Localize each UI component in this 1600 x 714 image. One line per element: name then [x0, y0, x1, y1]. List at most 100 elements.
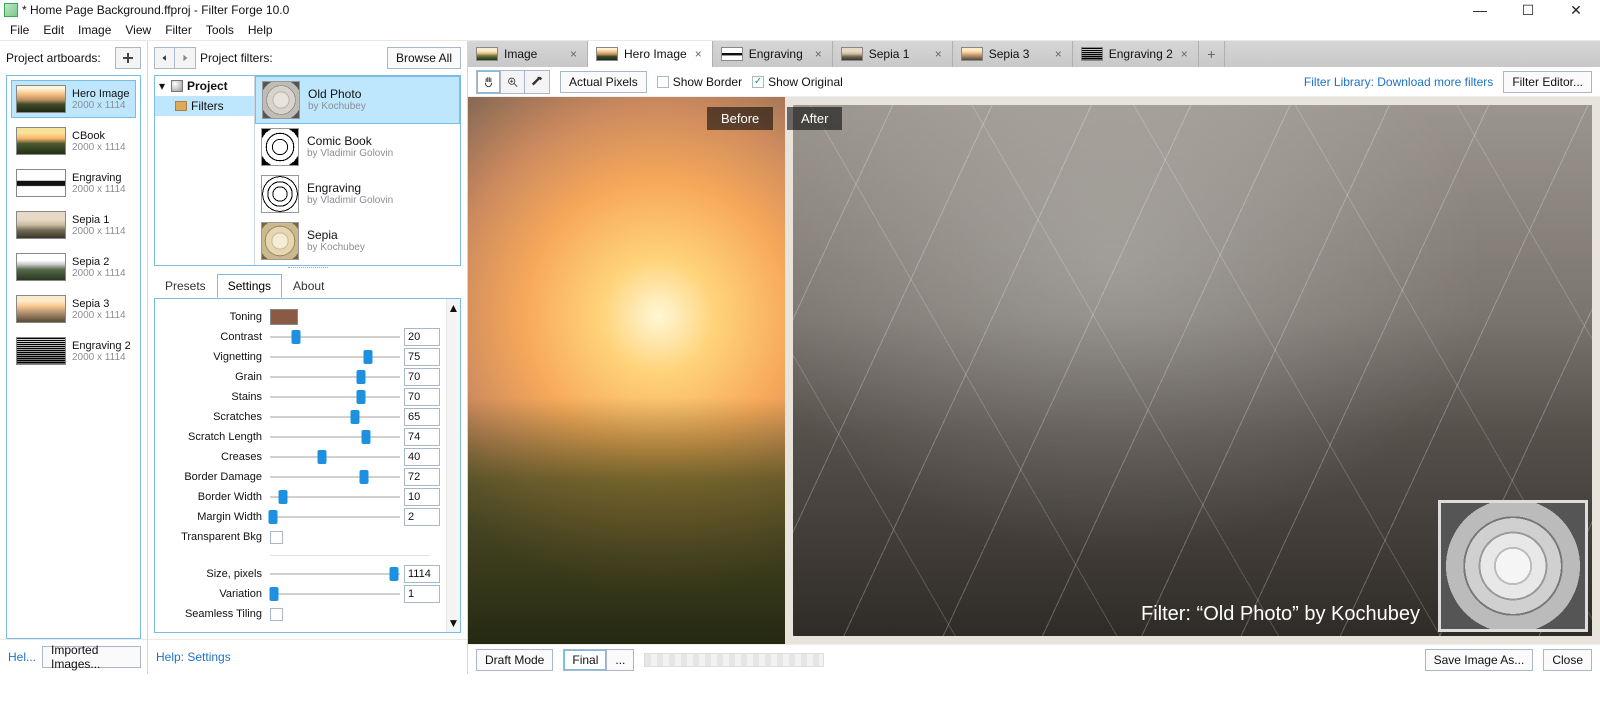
filter-author: by Vladimir Golovin	[307, 148, 393, 159]
setting-slider[interactable]	[270, 448, 400, 466]
artboard-item[interactable]: Engraving 2 2000 x 1114	[11, 332, 136, 370]
view-tab-close[interactable]: ×	[693, 47, 704, 61]
close-button[interactable]: Close	[1543, 649, 1592, 671]
setting-value[interactable]	[404, 328, 440, 346]
view-tab[interactable]: Sepia 3×	[953, 41, 1073, 67]
setting-slider[interactable]	[270, 348, 400, 366]
filter-item[interactable]: Engraving by Vladimir Golovin	[255, 171, 460, 218]
menu-edit[interactable]: Edit	[37, 21, 70, 39]
actual-pixels-button[interactable]: Actual Pixels	[560, 71, 647, 93]
filters-nav-fwd[interactable]	[175, 48, 195, 68]
setting-value[interactable]	[404, 348, 440, 366]
tab-presets[interactable]: Presets	[154, 274, 217, 298]
setting-row: Scratch Length	[155, 427, 440, 447]
setting-slider[interactable]	[270, 408, 400, 426]
setting-value[interactable]	[404, 508, 440, 526]
browse-all-button[interactable]: Browse All	[387, 47, 461, 69]
setting-slider[interactable]	[270, 468, 400, 486]
show-original-check[interactable]: Show Original	[752, 75, 843, 89]
menu-help[interactable]: Help	[242, 21, 279, 39]
view-tab-close[interactable]: ×	[933, 47, 944, 61]
tab-settings[interactable]: Settings	[217, 274, 282, 298]
setting-slider[interactable]	[270, 388, 400, 406]
view-tab[interactable]: Sepia 1×	[833, 41, 953, 67]
setting-value[interactable]	[404, 428, 440, 446]
artboard-item[interactable]: Sepia 3 2000 x 1114	[11, 290, 136, 328]
tree-project[interactable]: ▾Project	[155, 76, 254, 96]
view-tab-close[interactable]: ×	[1053, 47, 1064, 61]
setting-slider[interactable]	[270, 488, 400, 506]
setting-slider[interactable]	[270, 585, 400, 603]
setting-value[interactable]	[404, 448, 440, 466]
zoom-tool[interactable]	[501, 71, 525, 93]
setting-value[interactable]	[404, 585, 440, 603]
menu-file[interactable]: File	[4, 21, 35, 39]
settings-scrollbar[interactable]: ▲▼	[446, 299, 460, 632]
add-artboard-button[interactable]	[115, 47, 141, 69]
tree-filters[interactable]: Filters	[155, 96, 254, 116]
filter-item[interactable]: Old Photo by Kochubey	[255, 76, 460, 124]
final-menu-button[interactable]: ...	[607, 649, 634, 671]
artboard-item[interactable]: Hero Image 2000 x 1114	[11, 80, 136, 118]
view-tab-close[interactable]: ×	[568, 47, 579, 61]
setting-slider[interactable]	[270, 565, 400, 583]
setting-row: Vignetting	[155, 347, 440, 367]
setting-row: Transparent Bkg	[155, 527, 440, 547]
show-border-check[interactable]: Show Border	[657, 75, 742, 89]
artboard-item[interactable]: Sepia 1 2000 x 1114	[11, 206, 136, 244]
artboard-item[interactable]: CBook 2000 x 1114	[11, 122, 136, 160]
setting-slider[interactable]	[270, 428, 400, 446]
seamless-tiling-check[interactable]	[270, 608, 283, 621]
setting-value[interactable]	[404, 368, 440, 386]
artboard-name: Sepia 1	[72, 214, 126, 226]
window-close[interactable]: ✕	[1562, 1, 1590, 19]
filters-nav-back[interactable]	[155, 48, 175, 68]
transparent-bkg-check[interactable]	[270, 531, 283, 544]
setting-slider[interactable]	[270, 508, 400, 526]
final-button[interactable]: Final	[563, 649, 607, 671]
imported-images-button[interactable]: Imported Images...	[42, 646, 141, 668]
filter-library-link[interactable]: Filter Library: Download more filters	[1304, 75, 1493, 89]
draft-mode-button[interactable]: Draft Mode	[476, 649, 553, 671]
menu-image[interactable]: Image	[72, 21, 117, 39]
setting-value[interactable]	[404, 488, 440, 506]
setting-value[interactable]	[404, 408, 440, 426]
window-minimize[interactable]: —	[1466, 1, 1494, 19]
artboard-item[interactable]: Engraving 2000 x 1114	[11, 164, 136, 202]
preview-panel: Image×Hero Image×Engraving×Sepia 1×Sepia…	[468, 41, 1600, 674]
menu-filter[interactable]: Filter	[159, 21, 198, 39]
filter-thumb	[262, 81, 300, 119]
eyedropper-tool[interactable]	[525, 71, 549, 93]
view-tab-close[interactable]: ×	[1179, 47, 1190, 61]
filter-list[interactable]: Old Photo by Kochubey Comic Book by Vlad…	[255, 76, 460, 265]
view-tab-close[interactable]: ×	[813, 47, 824, 61]
menu-view[interactable]: View	[119, 21, 157, 39]
menu-tools[interactable]: Tools	[200, 21, 240, 39]
toning-swatch[interactable]	[270, 309, 298, 325]
filters-tree[interactable]: ▾Project Filters	[155, 76, 255, 265]
filter-item[interactable]: Sepia by Kochubey	[255, 218, 460, 265]
window-maximize[interactable]: ☐	[1514, 1, 1542, 19]
setting-slider[interactable]	[270, 368, 400, 386]
view-tabbar: Image×Hero Image×Engraving×Sepia 1×Sepia…	[468, 41, 1600, 67]
setting-value[interactable]	[404, 468, 440, 486]
save-image-button[interactable]: Save Image As...	[1425, 649, 1534, 671]
artboards-list[interactable]: Hero Image 2000 x 1114 CBook 2000 x 1114…	[6, 75, 141, 639]
artboard-help-link[interactable]: Hel...	[6, 646, 38, 668]
view-tab[interactable]: Engraving×	[713, 41, 833, 67]
view-tab[interactable]: Image×	[468, 41, 588, 67]
help-settings-link[interactable]: Help: Settings	[154, 646, 233, 668]
view-tab[interactable]: Engraving 2×	[1073, 41, 1199, 67]
hand-tool[interactable]	[477, 71, 501, 93]
view-tab-add[interactable]: +	[1199, 41, 1225, 67]
setting-slider[interactable]	[270, 328, 400, 346]
filter-item[interactable]: Comic Book by Vladimir Golovin	[255, 124, 460, 171]
preview-canvas[interactable]: Before After Filter: “Old Photo” by Koch…	[468, 97, 1600, 644]
filter-editor-button[interactable]: Filter Editor...	[1503, 71, 1592, 93]
setting-value[interactable]	[404, 565, 440, 583]
artboard-item[interactable]: Sepia 2 2000 x 1114	[11, 248, 136, 286]
view-tab[interactable]: Hero Image×	[588, 41, 713, 67]
tab-about[interactable]: About	[282, 274, 335, 298]
artboards-panel: Project artboards: Hero Image 2000 x 111…	[0, 41, 148, 674]
setting-value[interactable]	[404, 388, 440, 406]
